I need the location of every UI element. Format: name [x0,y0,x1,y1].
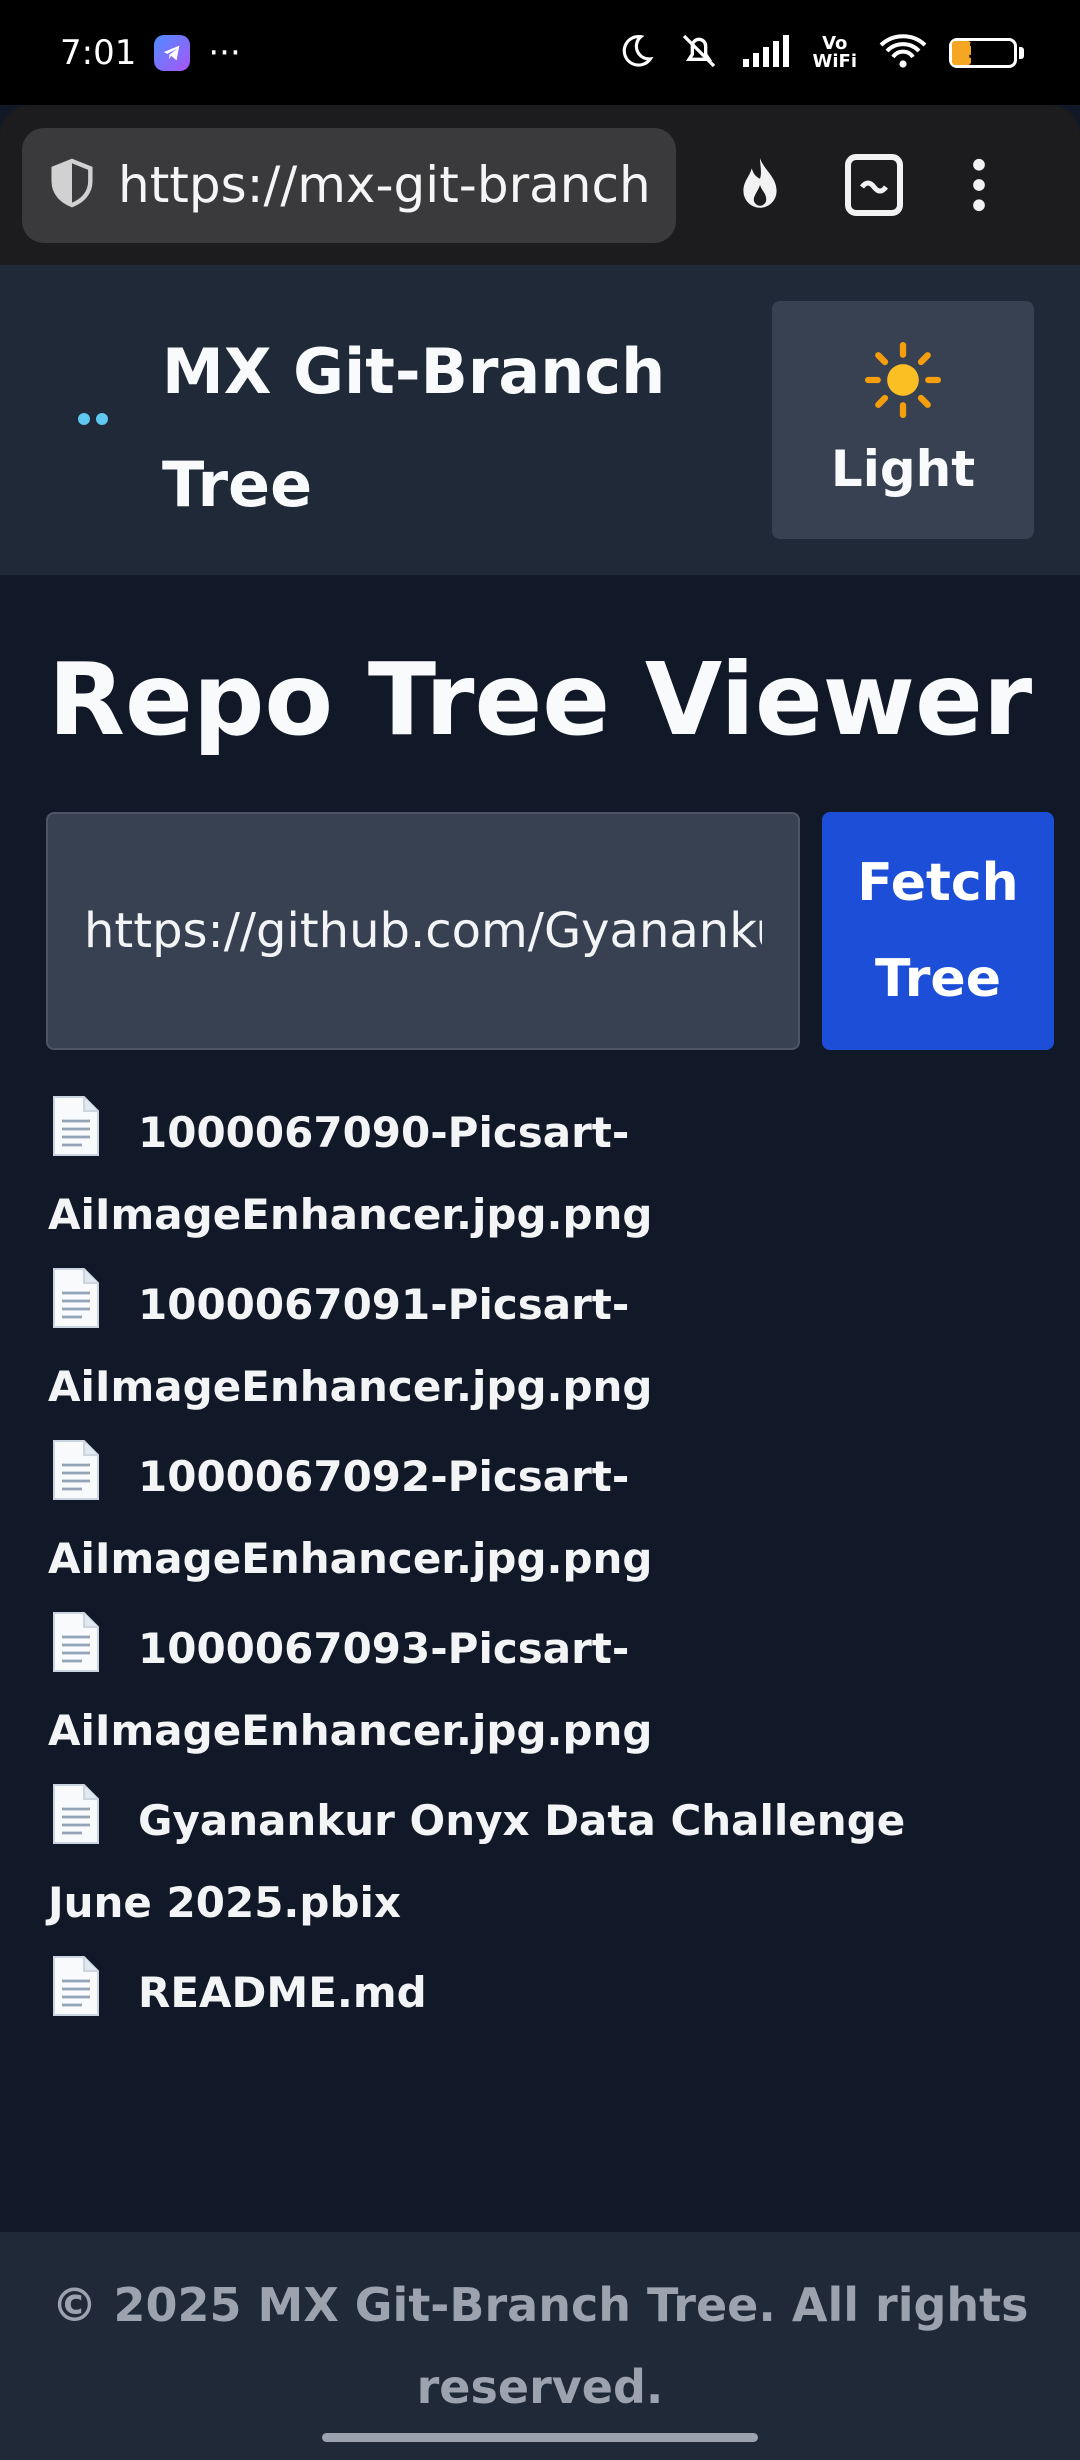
status-time: 7:01 [60,32,137,73]
battery-icon: 31 [949,37,1024,68]
file-name: Gyanankur Onyx Data Challenge June 2025.… [48,1796,906,1927]
site-header: MX Git-Branch Tree Light [0,265,1080,575]
telegram-icon [154,34,191,71]
address-bar[interactable]: https://mx-git-branch-tree [22,127,676,243]
file-item[interactable]: 1000067090-Picsart-AiImageEnhancer.jpg.p… [48,1092,1018,1256]
file-icon [48,1955,104,2017]
moon-icon [617,32,655,74]
file-icon [48,1095,104,1157]
more-notifications-icon: ··· [208,32,241,73]
wifi-icon [879,32,927,74]
file-name: 1000067093-Picsart-AiImageEnhancer.jpg.p… [48,1624,653,1755]
copyright-text: © 2025 MX Git-Branch Tree. All rights re… [51,2278,1029,2414]
page-title: Repo Tree Viewer [48,641,1033,758]
shield-icon[interactable] [50,157,94,213]
file-item[interactable]: 1000067091-Picsart-AiImageEnhancer.jpg.p… [48,1264,1018,1428]
file-tree: 1000067090-Picsart-AiImageEnhancer.jpg.p… [48,1092,1018,2042]
browser-toolbar: https://mx-git-branch-tree [0,105,1080,265]
file-icon [48,1267,104,1329]
file-icon [48,1439,104,1501]
theme-toggle-label: Light [830,440,976,498]
file-item[interactable]: Gyanankur Onyx Data Challenge June 2025.… [48,1780,1018,1944]
battery-level: 31 [968,38,996,63]
repo-url-input[interactable] [46,812,800,1050]
fetch-tree-button[interactable]: Fetch Tree [822,812,1054,1050]
file-icon [48,1783,104,1845]
status-bar: 7:01 ··· Vo WiFi 31 [0,0,1080,105]
tab-switcher-icon[interactable] [844,152,904,218]
theme-toggle-button[interactable]: Light [772,301,1034,539]
sun-icon [865,342,941,422]
file-item[interactable]: 1000067092-Picsart-AiImageEnhancer.jpg.p… [48,1436,1018,1600]
flame-icon[interactable] [734,156,786,214]
file-item[interactable]: 1000067093-Picsart-AiImageEnhancer.jpg.p… [48,1608,1018,1772]
site-footer: © 2025 MX Git-Branch Tree. All rights re… [0,2232,1080,2460]
file-icon [48,1611,104,1673]
home-indicator[interactable] [322,2433,758,2442]
mute-icon [677,31,721,75]
file-name: 1000067090-Picsart-AiImageEnhancer.jpg.p… [48,1108,653,1239]
logo-icon [78,413,108,425]
vowifi-label: Vo WiFi [812,32,858,72]
more-menu-icon[interactable] [972,158,986,212]
signal-icon [742,34,791,72]
file-name: 1000067091-Picsart-AiImageEnhancer.jpg.p… [48,1280,653,1411]
url-text[interactable]: https://mx-git-branch-tree [118,156,648,214]
file-name: README.md [138,1968,427,2017]
site-title: MX Git-Branch Tree [162,335,666,521]
file-name: 1000067092-Picsart-AiImageEnhancer.jpg.p… [48,1452,653,1583]
file-item[interactable]: README.md [48,1952,1018,2034]
